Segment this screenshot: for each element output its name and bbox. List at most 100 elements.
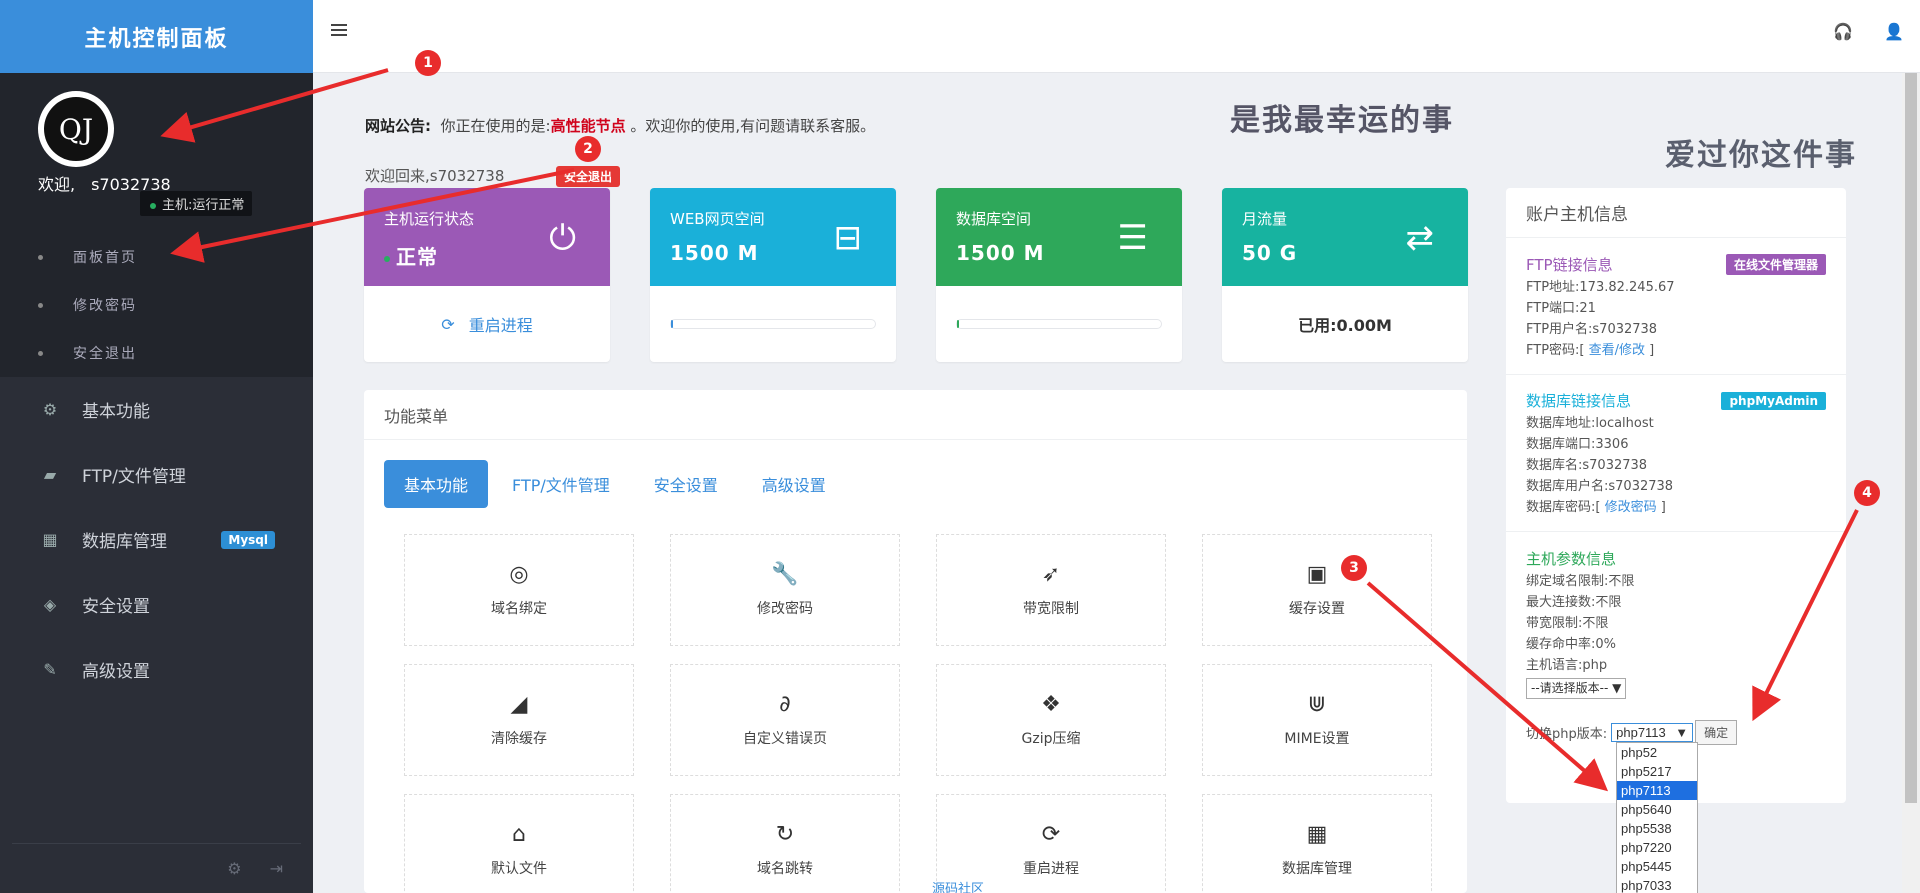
ftp-address: FTP地址:173.82.245.67 [1526, 280, 1675, 295]
tile-8[interactable]: ⋓ MIME设置 [1202, 664, 1432, 776]
cache-hit-rate: 缓存命中率:0% [1526, 637, 1617, 652]
php-option[interactable]: php7220 [1617, 838, 1697, 857]
restart-label: 重启进程 [468, 316, 533, 335]
sign-out-icon[interactable]: ⇥ [270, 859, 283, 878]
tab-advanced[interactable]: 高级设置 [742, 460, 846, 508]
tab-ftp-files[interactable]: FTP/文件管理 [492, 460, 630, 508]
card-head: 数据库空间 1500 M ☰ [936, 188, 1182, 286]
sidebar-item-database[interactable]: ▦ 数据库管理 Mysql [0, 507, 313, 572]
main-navigation: ⚙ 基本功能 ▰ FTP/文件管理 ▦ 数据库管理 Mysql ◈ 安全设置 ✎ 高级设置 [0, 377, 313, 702]
tile-5[interactable]: ◢ 清除缓存 [404, 664, 634, 776]
annotation-marker-1: 1 [415, 50, 441, 76]
bandwidth-limit: 带宽限制:不限 [1526, 616, 1609, 631]
db-address: 数据库地址:localhost [1526, 416, 1654, 431]
settings-gear-icon[interactable]: ⚙ [227, 859, 241, 878]
tile-3[interactable]: ➶ 带宽限制 [936, 534, 1166, 646]
tile-label: Gzip压缩 [1021, 731, 1081, 747]
tile-10[interactable]: ↻ 域名跳转 [670, 794, 900, 893]
bullet-icon [38, 254, 43, 260]
php-option[interactable]: php7113 [1617, 781, 1697, 800]
source-community-link[interactable]: 源码社区 [932, 878, 984, 893]
subnav-label: 安全退出 [73, 346, 137, 362]
tile-12[interactable]: ▦ 数据库管理 [1202, 794, 1432, 893]
panel-title: 功能菜单 [364, 390, 1467, 440]
php-option[interactable]: php5640 [1617, 800, 1697, 819]
ftp-view-edit-link[interactable]: 查看/修改 [1589, 343, 1645, 358]
tile-label: 数据库管理 [1282, 861, 1352, 877]
traffic-used: 已用:0.00M [1298, 316, 1392, 335]
decor-text-2: 爱过你这件事 [1665, 138, 1857, 173]
tile-4[interactable]: ▣ 缓存设置 [1202, 534, 1432, 646]
db-space-progress [956, 319, 1162, 329]
subnav-label: 修改密码 [73, 298, 137, 314]
folder-open-icon: ▰ [43, 465, 57, 484]
php-version-select[interactable]: php7113 ▼ [1611, 723, 1694, 742]
tile-7[interactable]: ❖ Gzip压缩 [936, 664, 1166, 776]
sidebar-footer: ⚙ ⇥ [12, 843, 301, 893]
edit-icon: ✎ [43, 660, 57, 679]
tile-6[interactable]: ∂ 自定义错误页 [670, 664, 900, 776]
menu-toggle-icon[interactable] [331, 24, 347, 38]
php-option[interactable]: php52 [1617, 743, 1697, 762]
php-option[interactable]: php7033 [1617, 876, 1697, 893]
sidebar-item-label: 高级设置 [82, 662, 150, 682]
table-icon: ▦ [1306, 822, 1328, 847]
announcement-suffix: 。欢迎你的使用,有问题请联系客服。 [630, 117, 876, 135]
host-status-badge: 主机:运行正常 [140, 191, 253, 216]
sidebar: 主机控制面板 QJ 欢迎, s7032738 主机:运行正常 面板首页 修改密码 … [0, 0, 313, 893]
sidebar-item-advanced[interactable]: ✎ 高级设置 [0, 637, 313, 702]
scrollbar-thumb[interactable] [1905, 73, 1917, 803]
sidebar-item-ftp-files[interactable]: ▰ FTP/文件管理 [0, 442, 313, 507]
user-icon[interactable]: 👤 [1884, 22, 1904, 41]
logout-tag[interactable]: 安全退出 [556, 166, 621, 187]
tile-label: 重启进程 [1023, 861, 1079, 877]
tab-security[interactable]: 安全设置 [634, 460, 738, 508]
wrench-icon: 🔧 [771, 562, 799, 587]
status-dot-icon [384, 255, 390, 262]
divider [1506, 374, 1846, 375]
file-manager-button[interactable]: 在线文件管理器 [1725, 254, 1826, 275]
dropbox-icon: ❖ [1041, 692, 1061, 717]
web-space-progress [670, 319, 876, 329]
ftp-user: FTP用户名:s7032738 [1526, 322, 1658, 337]
restart-process-link[interactable]: ⟳ 重启进程 [364, 286, 610, 362]
sidebar-item-label: 基本功能 [82, 402, 150, 422]
announcement-label: 网站公告: [365, 117, 431, 135]
db-user: 数据库用户名:s7032738 [1526, 479, 1674, 494]
annotation-marker-2: 2 [575, 136, 601, 162]
progress-fill [671, 320, 674, 328]
power-icon: ⏻ [549, 218, 576, 258]
save-icon: ▣ [1306, 562, 1328, 587]
welcome-label: 欢迎, [38, 175, 76, 194]
phpmyadmin-button[interactable]: phpMyAdmin [1721, 391, 1826, 410]
sidebar-item-security[interactable]: ◈ 安全设置 [0, 572, 313, 637]
php-option[interactable]: php5217 [1617, 762, 1697, 781]
subnav-item-dashboard[interactable]: 面板首页 [0, 233, 313, 281]
php-switch-label: 切换php版本: [1526, 727, 1608, 742]
headset-icon[interactable]: 🎧 [1833, 22, 1853, 41]
database-icon: ☰ [1117, 218, 1148, 258]
db-change-password-link[interactable]: 修改密码 [1605, 500, 1657, 515]
tile-2[interactable]: 🔧 修改密码 [670, 534, 900, 646]
version-select[interactable]: --请选择版本-- ▼ [1526, 678, 1627, 699]
php-option[interactable]: php5538 [1617, 819, 1697, 838]
php-option[interactable]: php5445 [1617, 857, 1697, 876]
tile-1[interactable]: ◎ 域名绑定 [404, 534, 634, 646]
card-head: 主机运行状态 正常 ⏻ [364, 188, 610, 286]
announcement-prefix: 你正在使用的是: [440, 117, 551, 135]
tile-9[interactable]: ⌂ 默认文件 [404, 794, 634, 893]
sidebar-item-basic-functions[interactable]: ⚙ 基本功能 [0, 377, 313, 442]
shield-icon: ◈ [43, 595, 57, 614]
function-tabs: 基本功能 FTP/文件管理 安全设置 高级设置 [384, 460, 850, 508]
confirm-button[interactable]: 确定 [1695, 720, 1738, 745]
exchange-icon: ⇄ [1405, 218, 1435, 258]
page-scrollbar[interactable] [1902, 73, 1920, 893]
home-icon: ⌂ [512, 822, 526, 847]
db-info-section: 数据库链接信息 phpMyAdmin 数据库地址:localhost 数据库端口:… [1506, 390, 1846, 516]
tab-basic-functions[interactable]: 基本功能 [384, 460, 489, 508]
ftp-info-title: FTP链接信息 [1526, 256, 1613, 274]
host-status-text: 主机:运行正常 [162, 198, 245, 213]
subnav-item-logout[interactable]: 安全退出 [0, 329, 313, 377]
subnav-item-change-password[interactable]: 修改密码 [0, 281, 313, 329]
decor-text-1: 是我最幸运的事 [1230, 103, 1454, 138]
